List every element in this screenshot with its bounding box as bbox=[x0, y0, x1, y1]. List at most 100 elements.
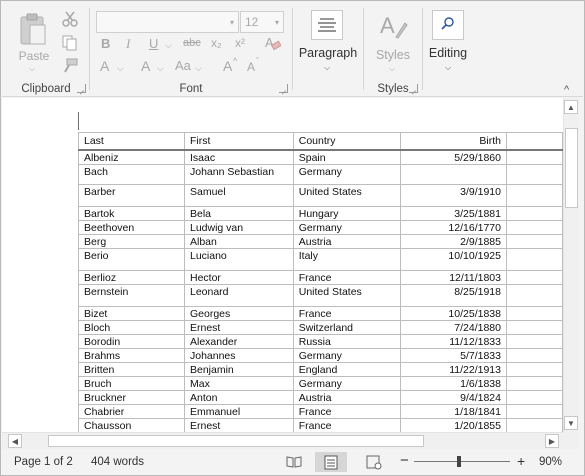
table-cell-empty[interactable] bbox=[505, 403, 563, 419]
paste-dropdown-icon[interactable]: ⌵ bbox=[29, 64, 35, 74]
scroll-down-icon[interactable]: ▼ bbox=[564, 416, 578, 430]
table-cell[interactable]: Bruckner bbox=[78, 389, 185, 405]
vertical-scrollbar[interactable]: ▲ ▼ bbox=[563, 98, 579, 432]
table-cell-empty[interactable] bbox=[505, 361, 563, 377]
horizontal-scroll-thumb[interactable] bbox=[48, 435, 424, 447]
grow-font-button[interactable]: A bbox=[223, 58, 232, 74]
table-cell[interactable]: Ernest bbox=[183, 417, 294, 432]
underline-dropdown-icon[interactable]: ⌵ bbox=[165, 40, 172, 51]
table-cell-empty[interactable] bbox=[505, 347, 563, 363]
web-layout-icon[interactable] bbox=[363, 452, 385, 472]
shrink-font-button[interactable]: A bbox=[247, 60, 255, 74]
table-cell[interactable]: 10/10/1925 bbox=[399, 247, 507, 271]
clear-formatting-icon[interactable]: A bbox=[263, 34, 281, 52]
table-cell[interactable]: Benjamin bbox=[183, 361, 294, 377]
change-case-dropdown-icon[interactable]: ⌵ bbox=[195, 63, 202, 74]
table-cell[interactable]: Brahms bbox=[78, 347, 185, 363]
table-cell[interactable]: United States bbox=[292, 183, 401, 207]
table-cell[interactable]: Bela bbox=[183, 205, 294, 221]
table-cell[interactable]: 5/29/1860 bbox=[399, 149, 507, 165]
table-cell[interactable]: 12/11/1803 bbox=[399, 269, 507, 285]
table-cell[interactable]: Switzerland bbox=[292, 319, 401, 335]
table-cell-empty[interactable] bbox=[505, 205, 563, 221]
table-cell[interactable]: Georges bbox=[183, 305, 294, 321]
styles-dropdown-icon[interactable]: ⌵ bbox=[389, 64, 395, 74]
read-mode-icon[interactable] bbox=[283, 452, 305, 472]
table-cell-empty[interactable] bbox=[505, 247, 563, 271]
horizontal-scrollbar[interactable]: ◀ ▶ bbox=[2, 432, 563, 449]
table-cell[interactable]: Berlioz bbox=[78, 269, 185, 285]
table-row[interactable]: Berg Alban Austria 2/9/1885 bbox=[78, 233, 563, 249]
table-row[interactable]: Bernstein Leonard United States 8/25/1918 bbox=[78, 283, 563, 307]
table-cell[interactable]: 1/20/1855 bbox=[399, 417, 507, 432]
table-header-cell[interactable]: First bbox=[183, 132, 294, 151]
table-cell[interactable]: Bernstein bbox=[78, 283, 185, 307]
table-cell[interactable]: 5/7/1833 bbox=[399, 347, 507, 363]
subscript-button[interactable]: x₂ bbox=[211, 36, 222, 50]
table-cell-empty[interactable] bbox=[505, 219, 563, 235]
table-row[interactable]: Chausson Ernest France 1/20/1855 bbox=[78, 417, 563, 432]
table-cell[interactable]: England bbox=[292, 361, 401, 377]
table-cell[interactable]: 2/9/1885 bbox=[399, 233, 507, 249]
paragraph-group[interactable]: Paragraph ⌵ bbox=[293, 2, 363, 97]
page-count[interactable]: Page 1 of 2 bbox=[14, 456, 73, 468]
table-cell-empty[interactable] bbox=[505, 283, 563, 307]
table-cell[interactable]: Samuel bbox=[183, 183, 294, 207]
italic-button[interactable]: I bbox=[126, 36, 130, 52]
table-cell[interactable]: Germany bbox=[292, 347, 401, 363]
table-row[interactable]: Berlioz Hector France 12/11/1803 bbox=[78, 269, 563, 285]
table-cell[interactable]: Italy bbox=[292, 247, 401, 271]
table-cell[interactable]: 11/22/1913 bbox=[399, 361, 507, 377]
print-layout-icon[interactable] bbox=[315, 452, 347, 472]
cut-icon[interactable] bbox=[61, 10, 79, 28]
table-cell[interactable]: Bartok bbox=[78, 205, 185, 221]
table-cell[interactable]: 3/9/1910 bbox=[399, 183, 507, 207]
table-row[interactable]: Chabrier Emmanuel France 1/18/1841 bbox=[78, 403, 563, 419]
table-cell[interactable]: Chabrier bbox=[78, 403, 185, 419]
zoom-in-button[interactable]: + bbox=[517, 453, 525, 469]
table-cell[interactable]: Ernest bbox=[183, 319, 294, 335]
styles-launcher-icon[interactable] bbox=[409, 84, 418, 93]
table-cell[interactable] bbox=[399, 163, 507, 185]
paste-button-label[interactable]: Paste bbox=[14, 49, 54, 63]
table-cell[interactable]: 12/16/1770 bbox=[399, 219, 507, 235]
table-cell[interactable]: 1/6/1838 bbox=[399, 375, 507, 391]
table-header-cell[interactable]: Birth bbox=[399, 132, 507, 151]
table-cell[interactable]: 9/4/1824 bbox=[399, 389, 507, 405]
table-row[interactable]: Bruch Max Germany 1/6/1838 bbox=[78, 375, 563, 391]
table-cell[interactable]: Alexander bbox=[183, 333, 294, 349]
table-cell[interactable]: Germany bbox=[292, 219, 401, 235]
table-cell[interactable]: 8/25/1918 bbox=[399, 283, 507, 307]
table-cell-empty[interactable] bbox=[505, 183, 563, 207]
table-cell-empty[interactable] bbox=[505, 319, 563, 335]
table-cell[interactable]: Chausson bbox=[78, 417, 185, 432]
change-case-button[interactable]: Aa bbox=[175, 58, 191, 73]
editing-dropdown-icon[interactable]: ⌵ bbox=[445, 63, 451, 73]
table-cell-empty[interactable] bbox=[505, 389, 563, 405]
table-row[interactable]: Barber Samuel United States 3/9/1910 bbox=[78, 183, 563, 207]
table-cell-empty[interactable] bbox=[505, 417, 563, 432]
zoom-slider-track[interactable] bbox=[414, 461, 510, 462]
font-color-button[interactable]: A bbox=[141, 58, 150, 74]
table-cell[interactable]: Austria bbox=[292, 233, 401, 249]
table-cell[interactable]: Bloch bbox=[78, 319, 185, 335]
table-row[interactable]: Bach Johann Sebastian Germany bbox=[78, 163, 563, 185]
scroll-left-icon[interactable]: ◀ bbox=[8, 434, 22, 448]
underline-button[interactable]: U bbox=[149, 36, 158, 51]
table-cell[interactable]: Johann Sebastian bbox=[183, 163, 294, 185]
table-cell[interactable]: Britten bbox=[78, 361, 185, 377]
table-row[interactable]: Bizet Georges France 10/25/1838 bbox=[78, 305, 563, 321]
chevron-down-icon[interactable]: ▾ bbox=[230, 18, 234, 27]
table-cell[interactable]: 7/24/1880 bbox=[399, 319, 507, 335]
table-row[interactable]: Bruckner Anton Austria 9/4/1824 bbox=[78, 389, 563, 405]
table-cell[interactable]: Luciano bbox=[183, 247, 294, 271]
table-header-cell[interactable]: Country bbox=[292, 132, 401, 151]
table-cell-empty[interactable] bbox=[505, 269, 563, 285]
table-cell[interactable]: Russia bbox=[292, 333, 401, 349]
superscript-button[interactable]: x² bbox=[235, 36, 245, 50]
table-cell[interactable]: Leonard bbox=[183, 283, 294, 307]
table-cell[interactable]: 11/12/1833 bbox=[399, 333, 507, 349]
bold-button[interactable]: B bbox=[101, 36, 110, 51]
table-cell[interactable]: 10/25/1838 bbox=[399, 305, 507, 321]
zoom-out-button[interactable]: − bbox=[400, 452, 409, 469]
